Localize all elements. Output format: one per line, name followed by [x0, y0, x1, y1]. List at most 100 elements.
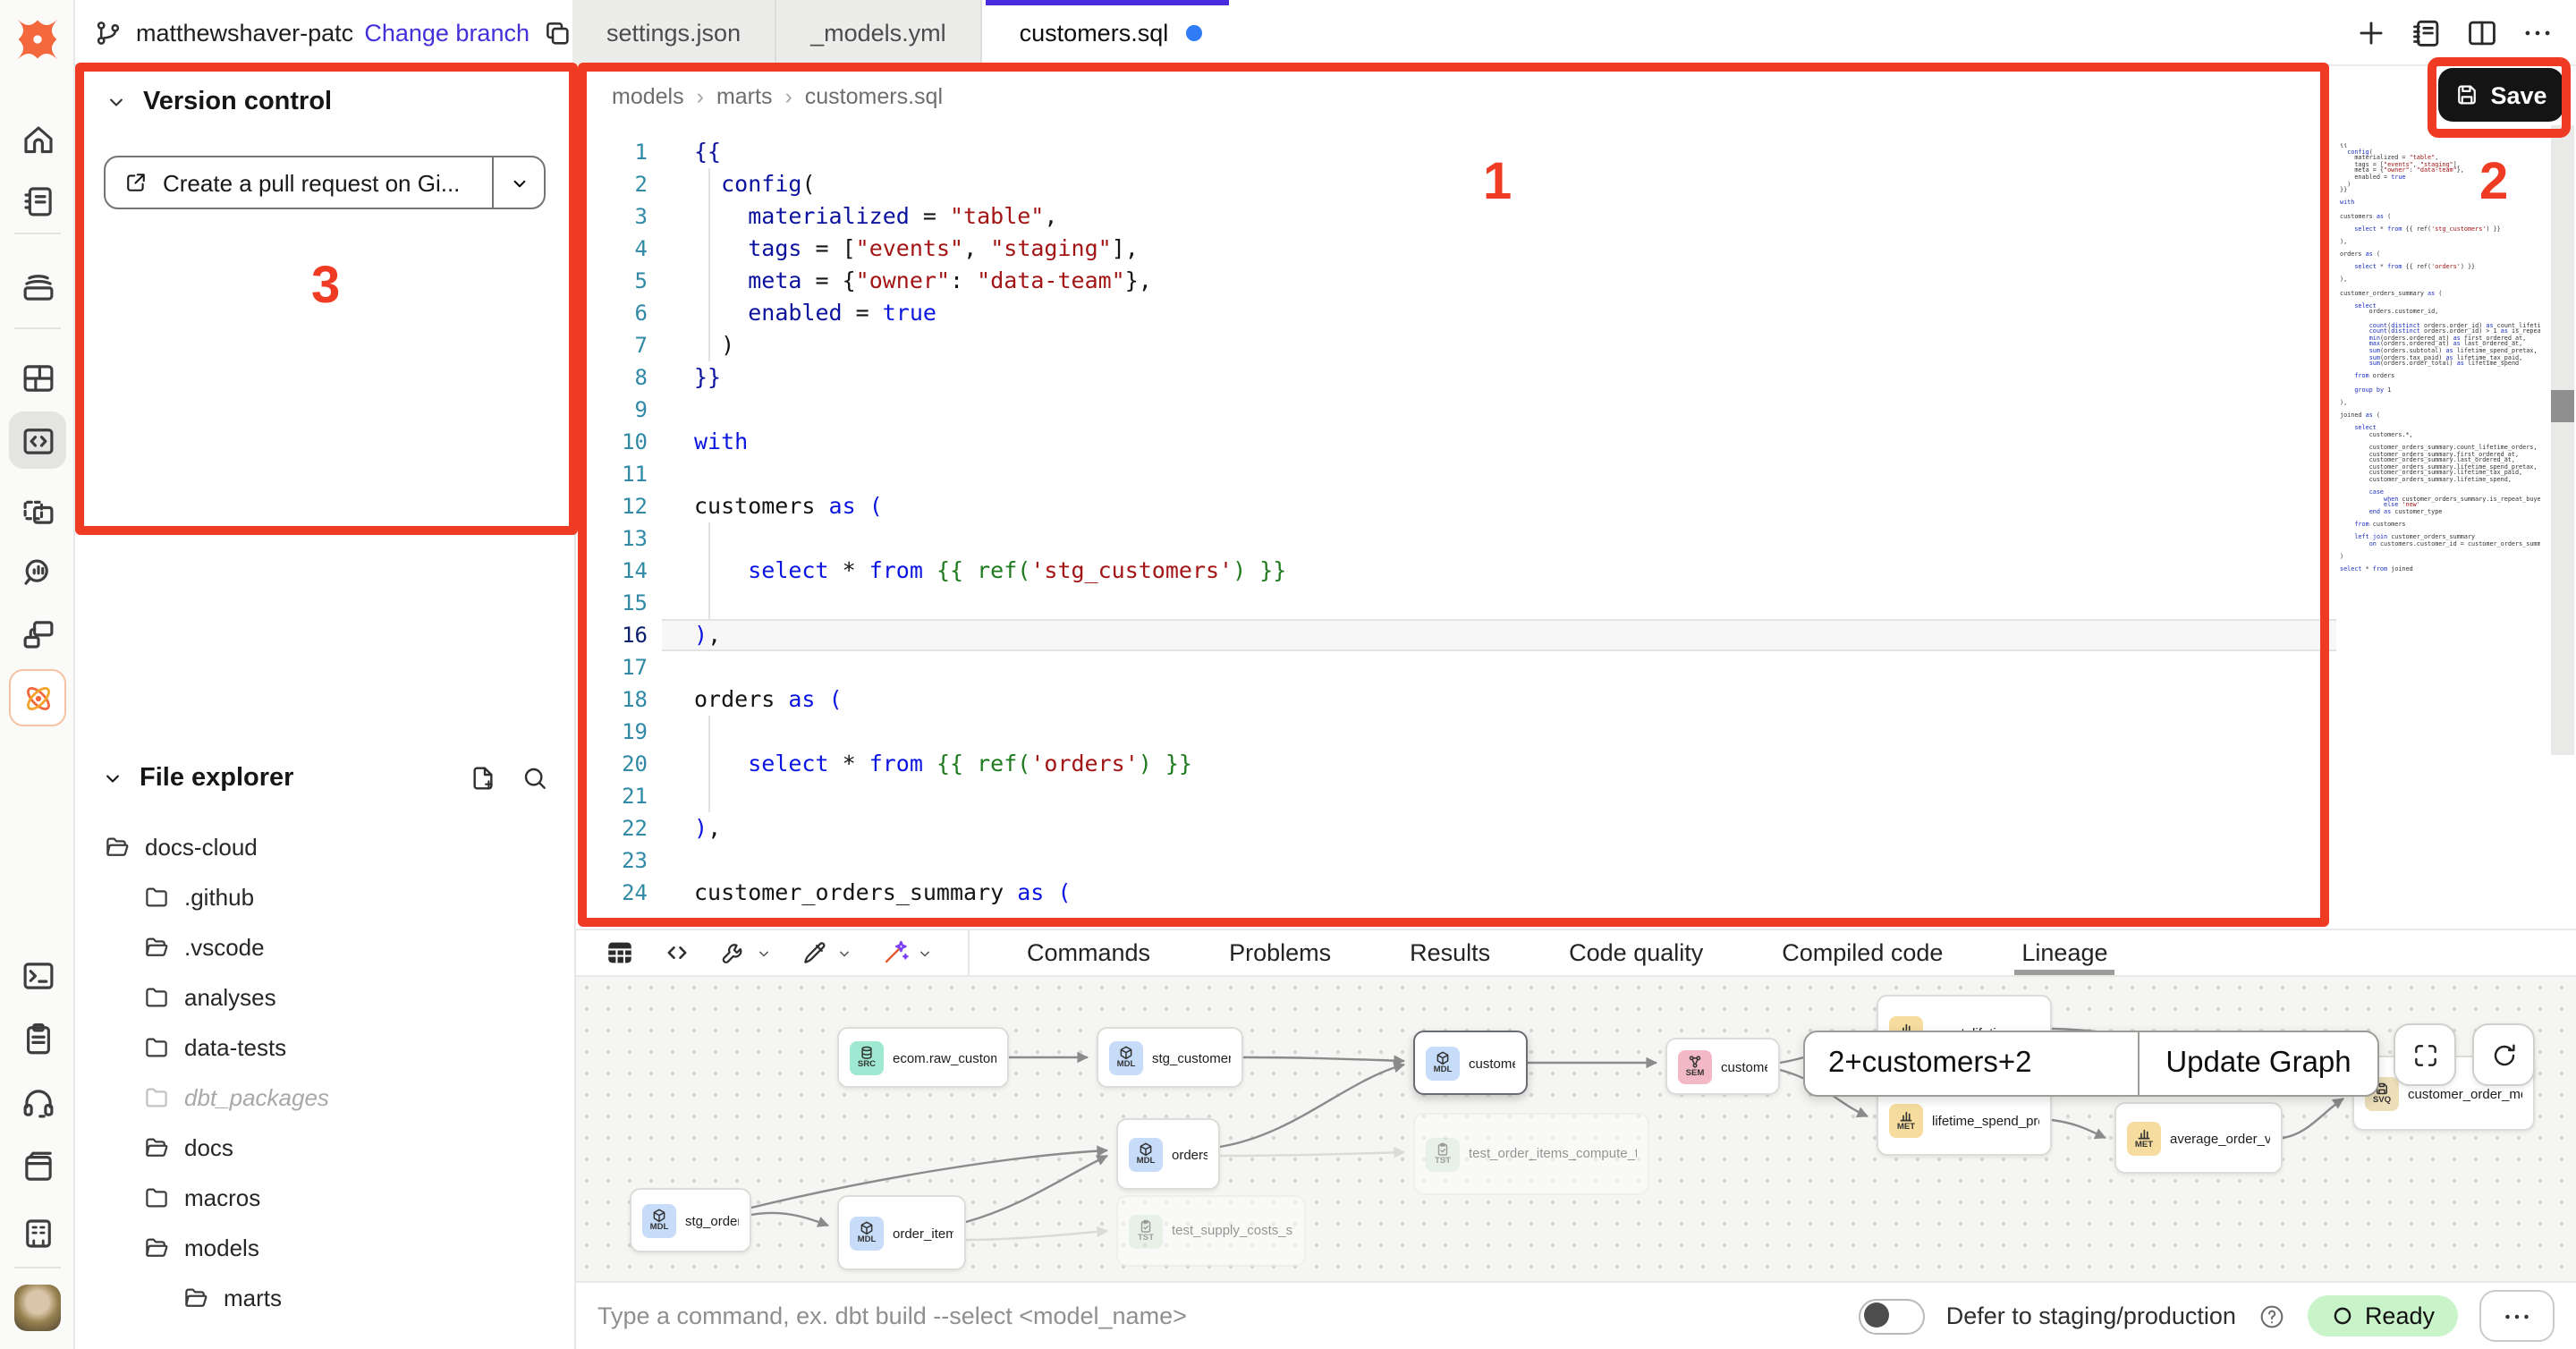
dbt-logo-icon[interactable] [13, 14, 63, 64]
editor-scrollbar[interactable] [2551, 125, 2574, 755]
rail-item-headset[interactable] [9, 1073, 66, 1131]
rail-item-avatar[interactable] [9, 1279, 66, 1336]
command-input[interactable]: Type a command, ex. dbt build --select <… [597, 1302, 1187, 1329]
file-tree-item-analyses[interactable]: analyses [100, 971, 549, 1022]
node-label: average_order_value [2170, 1130, 2270, 1146]
rail-item-docs-book[interactable] [9, 1138, 66, 1195]
file-tree-item-docs-cloud[interactable]: docs-cloud [100, 821, 549, 871]
scrollbar-thumb[interactable] [2551, 390, 2574, 422]
code-line: select * from {{ ref('stg_customers') }} [694, 555, 1286, 587]
lineage-node-raw_customers[interactable]: SRCecom.raw_customers [837, 1027, 1009, 1088]
rail-item-grid-blocks[interactable] [9, 349, 66, 406]
code-view-button[interactable] [662, 938, 692, 968]
panel-tab-Compiled code[interactable]: Compiled code [1742, 930, 1982, 975]
copy-icon[interactable] [542, 17, 572, 47]
save-floppy-icon [2454, 82, 2479, 107]
minimap-line: from customers [2340, 522, 2540, 529]
split-view-button[interactable] [2460, 11, 2503, 54]
lineage-fullscreen-button[interactable] [2394, 1023, 2456, 1086]
ai-assist-button[interactable] [880, 938, 934, 968]
line-number: 11 [576, 458, 648, 490]
breadcrumb-item[interactable]: marts [716, 84, 773, 109]
lineage-node-orders[interactable]: MDLorders [1116, 1118, 1220, 1190]
panel-tab-Problems[interactable]: Problems [1190, 930, 1370, 975]
file-tree-item-docs[interactable]: docs [100, 1122, 549, 1172]
rail-item-windows[interactable] [9, 605, 66, 662]
rail-item-copilot-atom[interactable] [9, 669, 66, 726]
defer-toggle[interactable] [1859, 1298, 1925, 1334]
code-line: materialized = "table", [694, 200, 1286, 233]
minimap-line: ), [2340, 401, 2540, 407]
code-content[interactable]: {{ config( materialized = "table", tags … [694, 136, 1286, 909]
lineage-node-customers_model[interactable]: MDLcustomers [1413, 1031, 1528, 1095]
file-tree-item-models[interactable]: models [100, 1222, 549, 1272]
rail-item-canvas[interactable] [9, 481, 66, 539]
results-toolbar: CommandsProblemsResultsCode qualityCompi… [576, 929, 2576, 977]
code-editor[interactable]: models›marts›customers.sql 1234567891011… [576, 66, 2576, 929]
new-file-icon[interactable] [469, 764, 497, 793]
panel-tab-Commands[interactable]: Commands [987, 930, 1190, 975]
breadcrumb-item[interactable]: customers.sql [805, 84, 943, 109]
folder-name: macros [184, 1184, 260, 1210]
format-brush-button[interactable] [800, 938, 853, 968]
lineage-node-customers_semantic[interactable]: SEMcustomers [1665, 1038, 1780, 1095]
save-button[interactable]: Save [2438, 68, 2563, 122]
rail-item-query-explorer[interactable] [9, 542, 66, 599]
create-pull-request-button[interactable]: Create a pull request on Gi... [104, 156, 546, 209]
minimap[interactable]: {{ config( materialized = "table", tags … [2340, 143, 2540, 574]
file-tree-item-dbt_packages[interactable]: dbt_packages [100, 1072, 549, 1122]
rail-item-organization[interactable] [9, 1204, 66, 1261]
breadcrumb-item[interactable]: models [612, 84, 684, 109]
rail-item-home[interactable] [9, 111, 66, 168]
rail-item-notebook[interactable] [9, 172, 66, 229]
lineage-node-stg_orders[interactable]: MDLstg_orders [630, 1188, 751, 1252]
more-horizontal-button[interactable] [2515, 11, 2558, 54]
chevron-down-icon[interactable] [100, 766, 125, 791]
minimap-line: joined as ( [2340, 413, 2540, 420]
rail-item-terminal[interactable] [9, 946, 66, 1004]
file-tree-item-marts[interactable]: marts [100, 1272, 549, 1322]
panel-tab-Lineage[interactable]: Lineage [1982, 930, 2147, 975]
folder-open-icon [104, 833, 131, 860]
journal-button[interactable] [2404, 11, 2447, 54]
lineage-canvas[interactable]: SRCecom.raw_customers MDLstg_customers MDL… [576, 977, 2576, 1281]
code-line [694, 651, 1286, 683]
lineage-node-order_items[interactable]: MDLorder_items [837, 1195, 966, 1270]
editor-tab-settings.json[interactable]: settings.json [572, 0, 776, 64]
change-branch-link[interactable]: Change branch [364, 19, 530, 46]
panel-tab-Results[interactable]: Results [1370, 930, 1530, 975]
lineage-node-average_order_value[interactable]: METaverage_order_value [2114, 1102, 2283, 1174]
code-line [694, 394, 1286, 426]
plus-button[interactable] [2349, 11, 2392, 54]
editor-tab-customers.sql[interactable]: customers.sql [986, 0, 1230, 64]
file-tree-item-data-tests[interactable]: data-tests [100, 1022, 549, 1072]
pr-dropdown-toggle[interactable] [494, 157, 544, 208]
search-icon[interactable] [521, 764, 549, 793]
code-line [694, 587, 1286, 619]
lineage-filter-bar: 2+customers+2 Update Graph [1803, 1031, 2379, 1097]
editor-tab-_models.yml[interactable]: _models.yml [776, 0, 982, 64]
rail-item-clipboard[interactable] [9, 1009, 66, 1066]
update-graph-button[interactable]: Update Graph [2138, 1032, 2377, 1095]
build-tools-button[interactable] [719, 938, 773, 968]
file-tree-item-macros[interactable]: macros [100, 1172, 549, 1222]
line-number: 16 [576, 619, 648, 651]
rail-item-code-editor[interactable] [9, 411, 66, 469]
lineage-node-stg_customers[interactable]: MDLstg_customers [1097, 1027, 1243, 1088]
branch-selector[interactable]: matthewshaver-patc Change branch [75, 0, 572, 64]
status-badge[interactable]: Ready [2308, 1295, 2458, 1336]
file-tree-item-.vscode[interactable]: .vscode [100, 921, 549, 971]
lineage-node-test_order_items[interactable]: TSTtest_order_items_compute_to_bools_cor… [1413, 1113, 1649, 1195]
rail-item-archive[interactable] [9, 258, 66, 315]
panel-tab-Code quality[interactable]: Code quality [1530, 930, 1742, 975]
lineage-refresh-button[interactable] [2472, 1023, 2535, 1086]
more-options-button[interactable] [2479, 1290, 2555, 1342]
table-view-button[interactable] [605, 938, 635, 968]
lineage-selector-input[interactable]: 2+customers+2 [1805, 1032, 2138, 1095]
chevron-down-icon [835, 944, 853, 962]
lineage-node-test_supply_costs[interactable]: TSTtest_supply_costs_sum_correctly [1116, 1195, 1306, 1267]
version-control-header[interactable]: Version control [104, 88, 546, 116]
file-tree-item-.github[interactable]: .github [100, 871, 549, 921]
help-icon[interactable] [2258, 1302, 2286, 1330]
toggle-knob [1864, 1302, 1889, 1328]
